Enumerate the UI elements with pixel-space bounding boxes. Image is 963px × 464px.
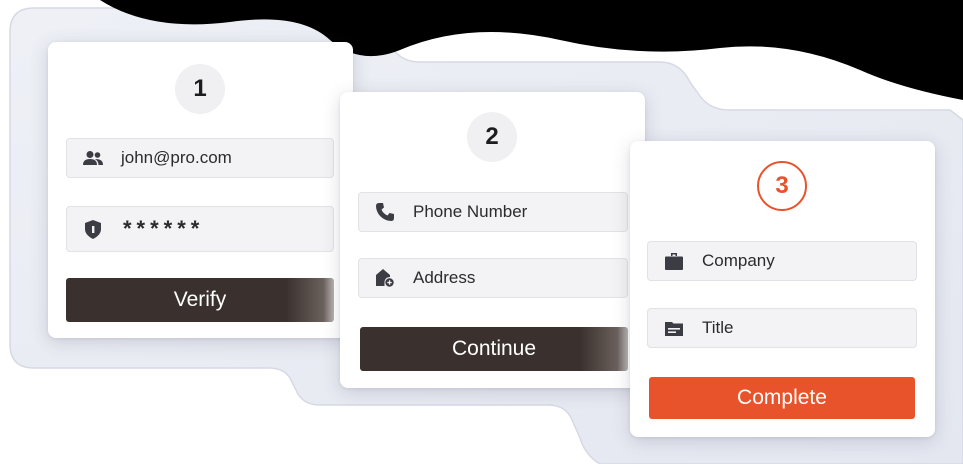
id-card-icon: [664, 318, 684, 338]
step-2-badge: 2: [467, 112, 517, 162]
verify-button[interactable]: Verify: [66, 278, 334, 322]
title-placeholder: Title: [702, 318, 734, 337]
title-field[interactable]: Title: [647, 308, 917, 348]
complete-button[interactable]: Complete: [649, 377, 915, 419]
step-2-card: 2 Phone Number Address Continue: [340, 92, 645, 388]
users-icon: [83, 148, 103, 168]
password-value: ******: [123, 216, 205, 241]
step-1-card: 1 john@pro.com ****** Verify: [48, 42, 353, 338]
email-value: john@pro.com: [121, 148, 232, 167]
address-placeholder: Address: [413, 268, 476, 287]
company-field[interactable]: Company: [647, 241, 917, 281]
continue-button[interactable]: Continue: [360, 327, 628, 371]
step-3-badge: 3: [757, 161, 807, 211]
company-placeholder: Company: [702, 251, 775, 270]
home-add-icon: [375, 268, 395, 288]
shield-icon: [83, 219, 103, 239]
step-1-badge: 1: [175, 64, 225, 114]
email-field[interactable]: john@pro.com: [66, 138, 334, 178]
phone-number-placeholder: Phone Number: [413, 202, 528, 221]
address-field[interactable]: Address: [358, 258, 628, 298]
phone-number-field[interactable]: Phone Number: [358, 192, 628, 232]
step-3-card: 3 Company Title Complete: [630, 141, 935, 437]
briefcase-icon: [664, 251, 684, 271]
password-field[interactable]: ******: [66, 206, 334, 252]
phone-icon: [375, 202, 395, 222]
